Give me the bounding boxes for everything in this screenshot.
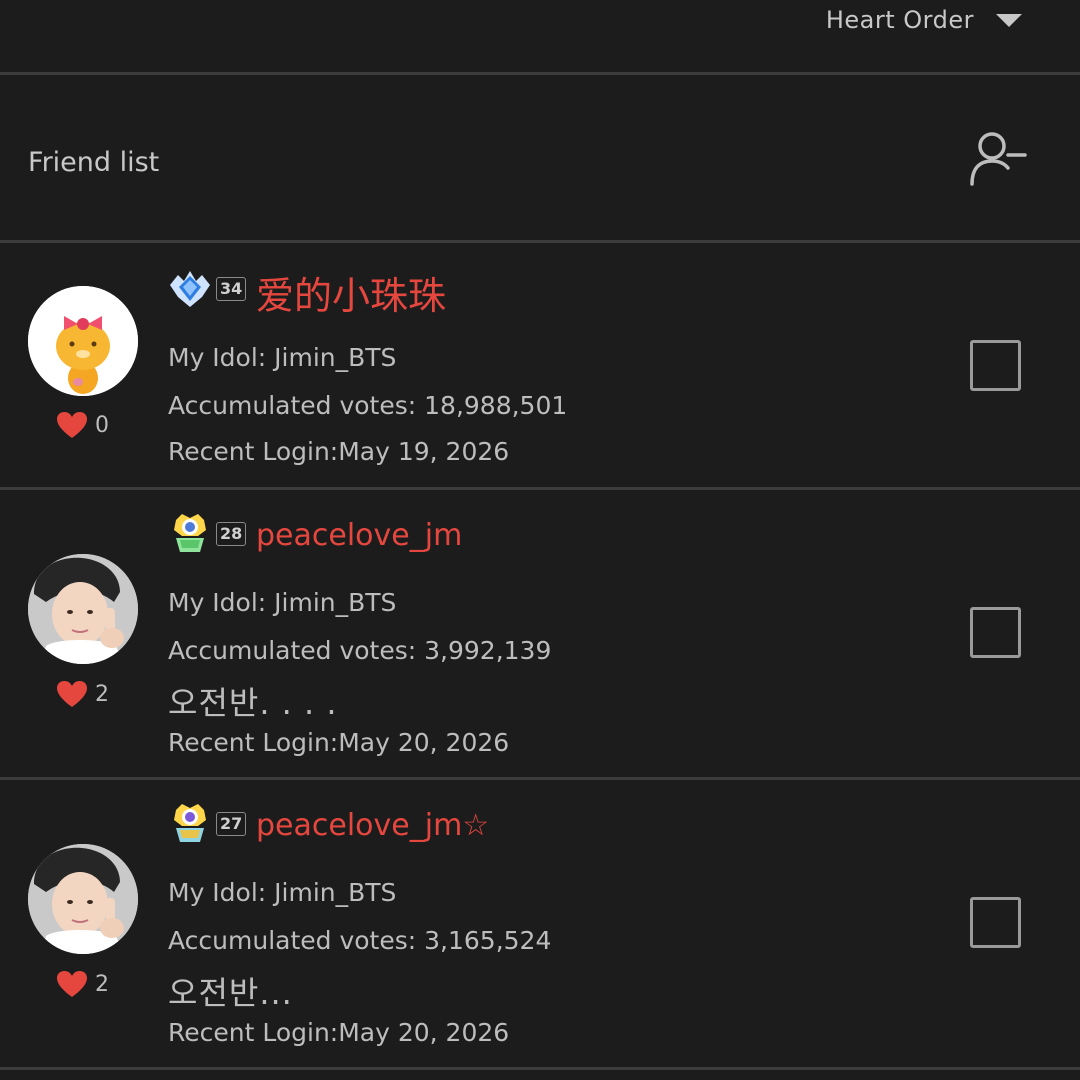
rank-badge-icon — [168, 267, 212, 311]
divider — [0, 72, 1080, 75]
recent-login: Recent Login:May 20, 2026 — [168, 728, 510, 757]
friend-name[interactable]: peacelove_jm☆ — [256, 808, 489, 843]
rank-badge-icon — [168, 510, 212, 554]
select-checkbox[interactable] — [970, 340, 1021, 391]
person-minus-icon[interactable] — [966, 128, 1028, 190]
accumulated-votes: Accumulated votes: 3,165,524 — [168, 926, 552, 955]
heart-count: 2 — [95, 681, 109, 707]
avatar[interactable] — [28, 554, 138, 664]
heart-count: 2 — [95, 971, 109, 997]
top-bar: Heart Order — [0, 0, 1080, 73]
accumulated-votes: Accumulated votes: 18,988,501 — [168, 391, 568, 420]
accumulated-votes: Accumulated votes: 3,992,139 — [168, 636, 552, 665]
rank-badge-icon — [168, 800, 212, 844]
caret-down-icon — [996, 13, 1022, 27]
my-idol: My Idol: Jimin_BTS — [168, 878, 397, 907]
heart-counter: 2 — [56, 970, 109, 998]
level-badge: 27 — [216, 812, 247, 836]
heart-icon[interactable] — [56, 970, 88, 998]
heart-icon[interactable] — [56, 680, 88, 708]
level-badge: 28 — [216, 522, 247, 546]
avatar[interactable] — [28, 844, 138, 954]
sort-label: Heart Order — [825, 6, 974, 34]
heart-icon[interactable] — [56, 411, 88, 439]
friend-list-title: Friend list — [28, 147, 160, 178]
status-message: 오전반. . . . — [168, 684, 338, 722]
level-badge: 34 — [216, 277, 247, 301]
sort-dropdown[interactable]: Heart Order — [826, 6, 1022, 34]
heart-counter: 0 — [56, 411, 109, 439]
my-idol: My Idol: Jimin_BTS — [168, 588, 397, 617]
friend-name[interactable]: 爱的小珠珠 — [256, 265, 446, 320]
heart-count: 0 — [95, 412, 109, 438]
avatar[interactable] — [28, 286, 138, 396]
friend-item: 0 34 爱的小珠珠 My Idol: Jimin_BTS Accumulate… — [0, 243, 1080, 487]
friend-item: 2 28 peacelove_jm My Idol: Jimin_BTS Acc… — [0, 490, 1080, 777]
recent-login: Recent Login:May 19, 2026 — [168, 437, 510, 466]
my-idol: My Idol: Jimin_BTS — [168, 343, 397, 372]
recent-login: Recent Login:May 20, 2026 — [168, 1018, 510, 1047]
select-checkbox[interactable] — [970, 607, 1021, 658]
status-message: 오전반... — [168, 974, 293, 1012]
heart-counter: 2 — [56, 680, 109, 708]
divider — [0, 1067, 1080, 1070]
friend-item: 2 27 peacelove_jm☆ My Idol: Jimin_BTS Ac… — [0, 780, 1080, 1067]
friend-name[interactable]: peacelove_jm — [256, 518, 462, 553]
select-checkbox[interactable] — [970, 897, 1021, 948]
